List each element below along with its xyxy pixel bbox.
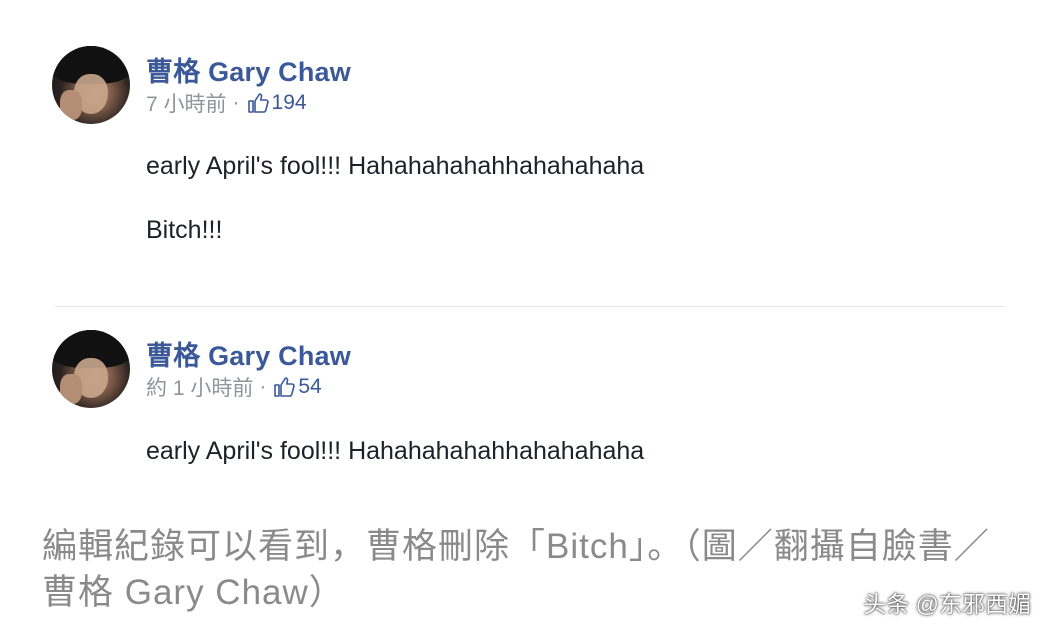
meta-separator: · — [232, 91, 240, 114]
like-count[interactable]: 54 — [298, 375, 321, 399]
comment-author-name[interactable]: 曹格 Gary Chaw — [146, 334, 351, 373]
comment-divider — [55, 306, 1005, 307]
comment-1 — [0, 0, 1049, 300]
thumbs-up-icon[interactable] — [272, 375, 296, 399]
comment-meta: 7 小時前 · 194 — [146, 88, 307, 118]
comment-author-name[interactable]: 曹格 Gary Chaw — [146, 50, 351, 89]
like-count[interactable]: 194 — [272, 91, 307, 115]
comment-meta: 約 1 小時前 · 54 — [146, 372, 322, 402]
thumbs-up-icon[interactable] — [246, 91, 270, 115]
avatar[interactable] — [52, 46, 130, 124]
comment-time[interactable]: 7 小時前 — [146, 88, 227, 118]
watermark: 头条 @东邪西媚 — [863, 591, 1031, 617]
meta-separator: · — [259, 375, 267, 398]
comment-text-line: early April's fool!!! Hahahahahahhahahah… — [146, 152, 645, 180]
comment-text-line: Bitch!!! — [146, 216, 223, 244]
avatar[interactable] — [52, 330, 130, 408]
comment-text-line: early April's fool!!! Hahahahahahhahahah… — [146, 437, 645, 465]
comment-time[interactable]: 約 1 小時前 — [146, 372, 253, 402]
